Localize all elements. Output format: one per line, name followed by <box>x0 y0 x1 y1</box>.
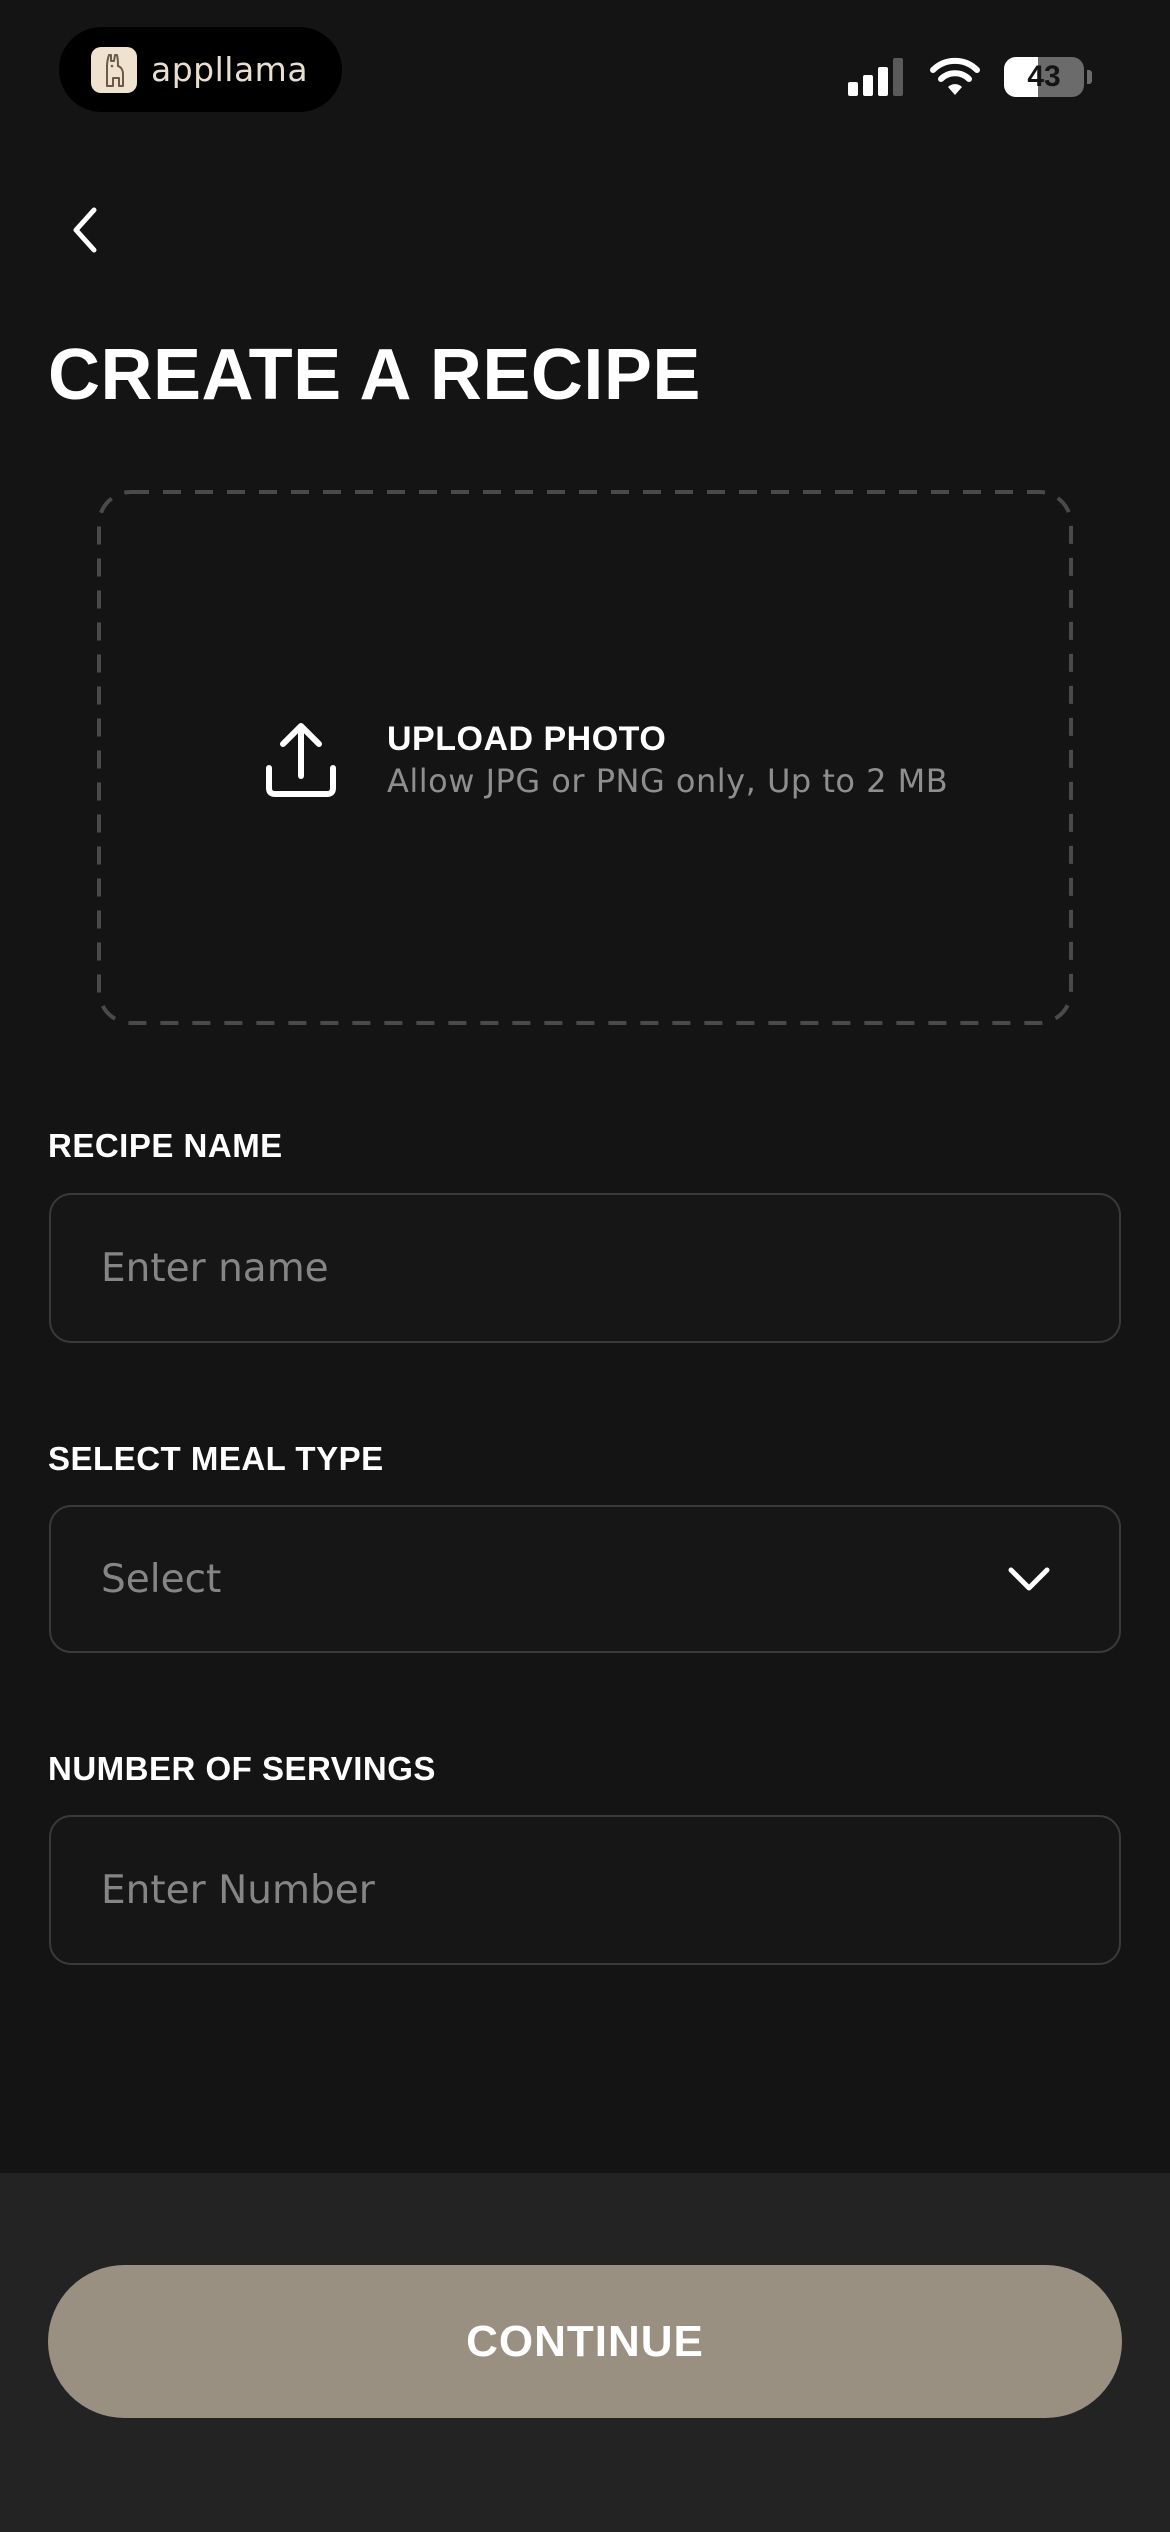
meal-type-select[interactable]: Select <box>49 1505 1121 1653</box>
recipe-name-field[interactable] <box>49 1193 1121 1343</box>
servings-field[interactable] <box>49 1815 1121 1965</box>
battery-icon: 43 <box>1004 57 1092 97</box>
battery-body: 43 <box>1004 57 1084 97</box>
recipe-name-input[interactable] <box>101 1245 1069 1291</box>
app-name: appllama <box>151 50 309 89</box>
back-button[interactable] <box>55 195 115 265</box>
app-indicator-pill[interactable]: appllama <box>59 27 342 112</box>
upload-hint: Allow JPG or PNG only, Up to 2 MB <box>387 762 949 800</box>
chevron-down-icon <box>1008 1567 1050 1591</box>
recipe-name-label: RECIPE NAME <box>48 1127 283 1164</box>
battery-cap <box>1087 70 1092 84</box>
wifi-icon <box>930 57 980 95</box>
chevron-left-icon <box>73 207 97 253</box>
continue-button[interactable]: CONTINUE <box>48 2265 1122 2418</box>
upload-photo-dropzone[interactable]: UPLOAD PHOTO Allow JPG or PNG only, Up t… <box>97 490 1073 1025</box>
servings-label: NUMBER OF SERVINGS <box>48 1750 436 1787</box>
upload-texts: UPLOAD PHOTO Allow JPG or PNG only, Up t… <box>387 718 948 802</box>
battery-level: 43 <box>1027 60 1061 93</box>
llama-logo-icon <box>91 46 137 93</box>
status-bar: appllama 43 <box>0 0 1170 140</box>
cellular-signal-icon <box>848 58 903 96</box>
upload-content: UPLOAD PHOTO Allow JPG or PNG only, Up t… <box>265 718 948 802</box>
upload-title: UPLOAD PHOTO <box>387 720 667 758</box>
page-title: CREATE A RECIPE <box>48 335 701 415</box>
servings-input[interactable] <box>101 1867 1069 1913</box>
upload-icon <box>266 723 336 797</box>
bottom-action-bar: CONTINUE <box>0 2173 1170 2532</box>
status-icons: 43 <box>848 52 1092 102</box>
meal-type-selected-value: Select <box>101 1556 222 1602</box>
meal-type-label: SELECT MEAL TYPE <box>48 1440 384 1477</box>
